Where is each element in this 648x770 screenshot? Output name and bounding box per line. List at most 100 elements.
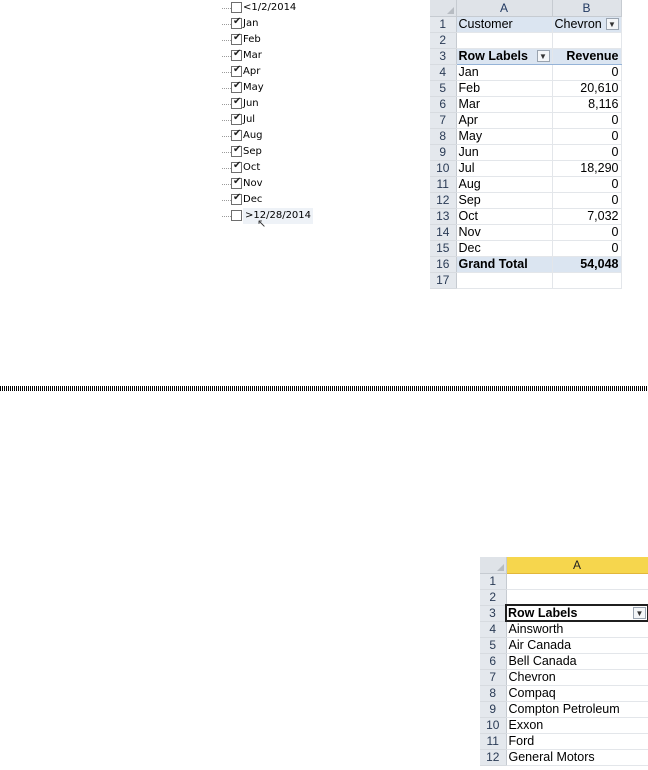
- select-all-corner[interactable]: [480, 557, 507, 574]
- revenue-value[interactable]: 0: [552, 240, 622, 257]
- column-header-b[interactable]: B: [552, 0, 622, 17]
- row-header[interactable]: 12: [430, 192, 457, 209]
- date-filter-item[interactable]: ✔ Jul: [222, 112, 312, 128]
- month-label[interactable]: Oct: [456, 208, 553, 225]
- empty-cell[interactable]: [456, 32, 553, 49]
- date-filter-item[interactable]: ✔ Mar: [222, 48, 312, 64]
- row-header[interactable]: 10: [430, 160, 457, 177]
- date-filter-item[interactable]: >12/28/2014: [222, 208, 314, 224]
- revenue-value[interactable]: 18,290: [552, 160, 622, 177]
- empty-cell[interactable]: [456, 272, 553, 289]
- date-filter-item[interactable]: ✔ Apr: [222, 64, 312, 80]
- month-label[interactable]: Mar: [456, 96, 553, 113]
- revenue-value[interactable]: 8,116: [552, 96, 622, 113]
- row-header[interactable]: 15: [430, 240, 457, 257]
- customer-label[interactable]: Compaq: [506, 685, 648, 702]
- customer-label[interactable]: Exxon: [506, 717, 648, 734]
- empty-cell[interactable]: [552, 272, 622, 289]
- row-header[interactable]: 2: [430, 32, 457, 49]
- revenue-value[interactable]: 0: [552, 128, 622, 145]
- row-header[interactable]: 5: [430, 80, 457, 97]
- month-label[interactable]: Jun: [456, 144, 553, 161]
- date-filter-item[interactable]: ✔ Jan: [222, 16, 312, 32]
- column-header-a[interactable]: A: [456, 0, 553, 17]
- filter-applied-dropdown-icon[interactable]: ▼: [605, 18, 619, 30]
- row-header[interactable]: 11: [480, 733, 507, 750]
- checkbox-checked-icon[interactable]: ✔: [231, 64, 242, 77]
- row-header[interactable]: 6: [480, 653, 507, 670]
- checkbox-unchecked-icon[interactable]: [231, 210, 242, 221]
- revenue-value[interactable]: 0: [552, 112, 622, 129]
- checkbox-checked-icon[interactable]: ✔: [231, 176, 242, 189]
- grand-total-value[interactable]: 54,048: [552, 255, 622, 273]
- date-filter-item[interactable]: ✔ Sep: [222, 144, 312, 160]
- checkbox-checked-icon[interactable]: ✔: [231, 96, 242, 109]
- row-labels-filter-dropdown-icon[interactable]: ▼: [536, 50, 550, 62]
- row-header[interactable]: 4: [480, 621, 507, 638]
- checkbox-checked-icon[interactable]: ✔: [231, 48, 242, 61]
- date-filter-item[interactable]: ✔ Jun: [222, 96, 312, 112]
- row-header[interactable]: 12: [480, 749, 507, 766]
- month-label[interactable]: May: [456, 128, 553, 145]
- report-filter-value-cell[interactable]: Chevron ▼: [552, 16, 622, 33]
- row-header[interactable]: 8: [430, 128, 457, 145]
- row-header[interactable]: 1: [430, 16, 457, 33]
- row-header[interactable]: 7: [430, 112, 457, 129]
- revenue-value[interactable]: 20,610: [552, 80, 622, 97]
- customer-label[interactable]: Compton Petroleum: [506, 701, 648, 718]
- month-label[interactable]: Sep: [456, 192, 553, 209]
- empty-cell[interactable]: [506, 573, 648, 590]
- row-header[interactable]: 4: [430, 64, 457, 81]
- checkbox-checked-icon[interactable]: ✔: [231, 32, 242, 45]
- customer-label[interactable]: Chevron: [506, 669, 648, 686]
- select-all-corner[interactable]: [430, 0, 457, 17]
- checkbox-checked-icon[interactable]: ✔: [231, 192, 242, 205]
- date-filter-item[interactable]: ✔ Feb: [222, 32, 312, 48]
- customer-label[interactable]: Bell Canada: [506, 653, 648, 670]
- empty-cell[interactable]: [506, 589, 648, 606]
- revenue-value[interactable]: 0: [552, 192, 622, 209]
- checkbox-checked-icon[interactable]: ✔: [231, 112, 242, 125]
- row-header[interactable]: 1: [480, 573, 507, 590]
- row-header[interactable]: 11: [430, 176, 457, 193]
- revenue-value[interactable]: 0: [552, 144, 622, 161]
- month-label[interactable]: Jul: [456, 160, 553, 177]
- row-header[interactable]: 2: [480, 589, 507, 606]
- customer-label[interactable]: Ford: [506, 733, 648, 750]
- row-labels-header-cell[interactable]: Row Labels ▼: [505, 604, 648, 622]
- row-header[interactable]: 10: [480, 717, 507, 734]
- row-header[interactable]: 7: [480, 669, 507, 686]
- row-header[interactable]: 16: [430, 256, 457, 273]
- row-header[interactable]: 17: [430, 272, 457, 289]
- checkbox-checked-icon[interactable]: ✔: [231, 80, 242, 93]
- date-filter-item[interactable]: ✔ Aug: [222, 128, 312, 144]
- row-header[interactable]: 8: [480, 685, 507, 702]
- month-label[interactable]: Nov: [456, 224, 553, 241]
- row-labels-dropdown-icon[interactable]: ▼: [633, 607, 646, 619]
- date-filter-item[interactable]: <1/2/2014: [222, 0, 312, 16]
- revenue-value[interactable]: 0: [552, 64, 622, 81]
- customer-label[interactable]: General Motors: [506, 749, 648, 766]
- date-filter-item[interactable]: ✔ Oct: [222, 160, 312, 176]
- checkbox-checked-icon[interactable]: ✔: [231, 144, 242, 157]
- row-header[interactable]: 13: [430, 208, 457, 225]
- checkbox-unchecked-icon[interactable]: [231, 2, 242, 13]
- row-labels-header-cell[interactable]: Row Labels ▼: [456, 48, 553, 65]
- month-label[interactable]: Feb: [456, 80, 553, 97]
- month-label[interactable]: Apr: [456, 112, 553, 129]
- month-label[interactable]: Aug: [456, 176, 553, 193]
- row-header[interactable]: 9: [480, 701, 507, 718]
- revenue-value[interactable]: 7,032: [552, 208, 622, 225]
- date-filter-item[interactable]: ✔ Nov: [222, 176, 312, 192]
- date-filter-item[interactable]: ✔ May: [222, 80, 312, 96]
- checkbox-checked-icon[interactable]: ✔: [231, 16, 242, 29]
- row-header[interactable]: 14: [430, 224, 457, 241]
- empty-cell[interactable]: [552, 32, 622, 49]
- column-header-a[interactable]: A: [506, 557, 648, 574]
- checkbox-checked-icon[interactable]: ✔: [231, 128, 242, 141]
- revenue-value[interactable]: 0: [552, 176, 622, 193]
- row-header[interactable]: 5: [480, 637, 507, 654]
- date-filter-item[interactable]: ✔ Dec: [222, 192, 312, 208]
- row-header[interactable]: 3: [430, 48, 457, 65]
- row-header[interactable]: 9: [430, 144, 457, 161]
